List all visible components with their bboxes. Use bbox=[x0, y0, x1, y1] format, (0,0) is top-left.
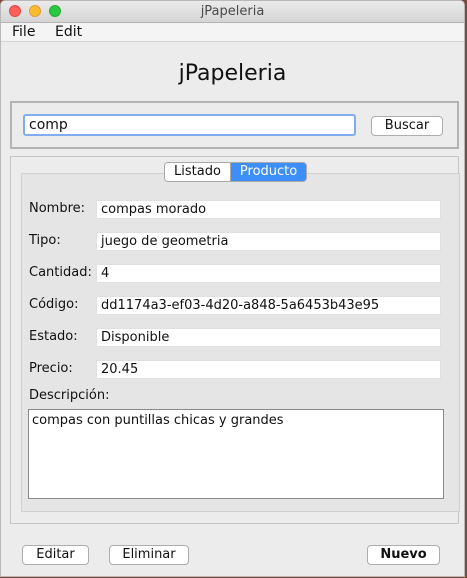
window-title: jPapeleria bbox=[200, 4, 265, 19]
editar-button[interactable]: Editar bbox=[22, 545, 89, 565]
estado-label: Estado: bbox=[29, 329, 78, 344]
search-input[interactable] bbox=[23, 114, 356, 136]
estado-field[interactable]: Disponible bbox=[96, 328, 441, 347]
descripcion-label: Descripción: bbox=[29, 388, 110, 403]
menu-file[interactable]: File bbox=[12, 24, 35, 40]
nombre-field[interactable]: compas morado bbox=[96, 200, 441, 219]
tab-producto[interactable]: Producto bbox=[229, 163, 307, 181]
cantidad-field[interactable]: 4 bbox=[96, 264, 441, 283]
tab-listado[interactable]: Listado bbox=[165, 163, 230, 181]
app-heading: jPapeleria bbox=[178, 61, 287, 86]
precio-label: Precio: bbox=[29, 361, 73, 376]
nombre-label: Nombre: bbox=[29, 201, 86, 216]
precio-field[interactable]: 20.45 bbox=[96, 360, 441, 379]
search-panel: Buscar bbox=[10, 101, 459, 149]
menu-edit[interactable]: Edit bbox=[55, 24, 82, 40]
title-bar[interactable]: jPapeleria bbox=[1, 1, 464, 23]
app-window: jPapeleria File Edit jPapeleria Buscar L… bbox=[0, 0, 465, 577]
cantidad-label: Cantidad: bbox=[29, 265, 92, 280]
menu-bar: File Edit bbox=[1, 23, 464, 42]
tipo-label: Tipo: bbox=[29, 233, 61, 248]
eliminar-button[interactable]: Eliminar bbox=[109, 545, 189, 565]
tipo-field[interactable]: juego de geometria bbox=[96, 232, 441, 251]
nuevo-button[interactable]: Nuevo bbox=[367, 545, 440, 565]
search-button[interactable]: Buscar bbox=[371, 116, 443, 136]
descripcion-textarea[interactable]: compas con puntillas chicas y grandes bbox=[28, 409, 444, 499]
tab-bar: Listado Producto bbox=[164, 162, 308, 182]
codigo-field[interactable]: dd1174a3-ef03-4d20-a848-5a6453b43e95 bbox=[96, 296, 441, 315]
codigo-label: Código: bbox=[29, 297, 79, 312]
